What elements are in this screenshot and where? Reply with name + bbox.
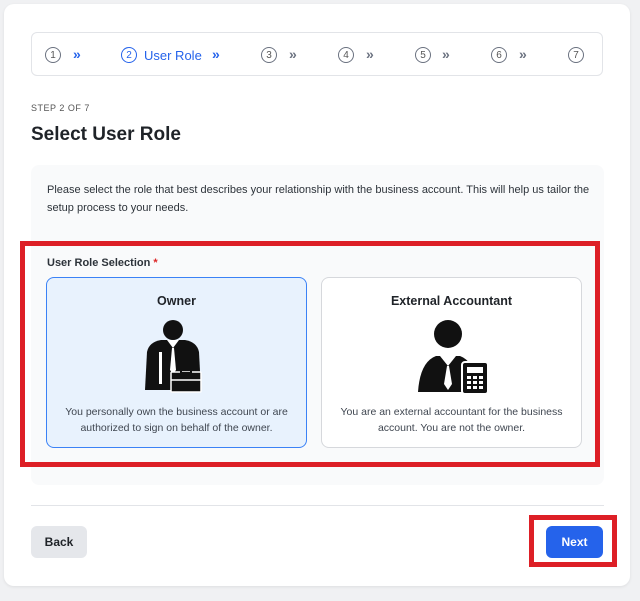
highlight-box-role-selection [20, 241, 600, 467]
page-title: Select User Role [31, 124, 181, 145]
step-number: 1 [45, 47, 61, 63]
chevron-double-right-icon: » [519, 46, 527, 62]
back-button[interactable]: Back [31, 526, 87, 558]
step-7[interactable]: 7 [568, 33, 584, 77]
chevron-double-right-icon: » [366, 46, 374, 62]
step-number: 4 [338, 47, 354, 63]
form-description: Please select the role that best describ… [47, 184, 590, 214]
highlight-box-next [529, 515, 617, 567]
step-number: 3 [261, 47, 277, 63]
chevron-double-right-icon: » [73, 46, 81, 62]
progress-stepper: 1 » 2 User Role » 3 » 4 » 5 » 6 » 7 [31, 32, 603, 76]
step-number: 7 [568, 47, 584, 63]
chevron-double-right-icon: » [212, 46, 220, 62]
step-number: 6 [491, 47, 507, 63]
step-number: 2 [121, 47, 137, 63]
step-number: 5 [415, 47, 431, 63]
step-4[interactable]: 4 [338, 33, 354, 77]
step-5[interactable]: 5 [415, 33, 431, 77]
chevron-double-right-icon: » [289, 46, 297, 62]
footer-divider [31, 505, 604, 506]
step-1[interactable]: 1 [45, 33, 61, 77]
step-label: User Role [144, 47, 202, 63]
step-3[interactable]: 3 [261, 33, 277, 77]
chevron-double-right-icon: » [442, 46, 450, 62]
step-6[interactable]: 6 [491, 33, 507, 77]
step-2[interactable]: 2 User Role [121, 33, 202, 77]
step-counter: STEP 2 OF 7 [31, 103, 90, 113]
